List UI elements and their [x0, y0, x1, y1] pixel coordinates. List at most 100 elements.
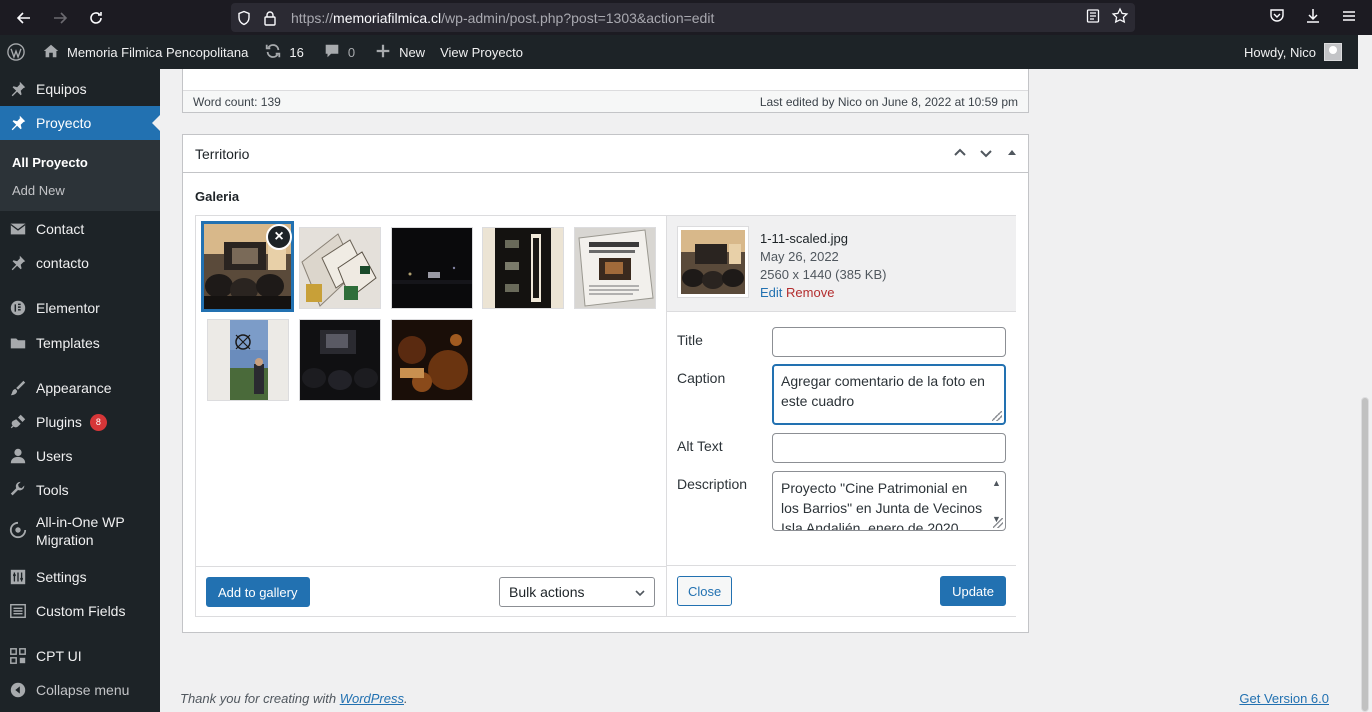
resize-handle-icon[interactable]	[993, 518, 1003, 528]
menu-item-contact[interactable]: Contact	[0, 212, 160, 246]
bookmark-star-icon[interactable]	[1111, 7, 1129, 28]
brush-icon	[8, 379, 28, 397]
menu-item-templates[interactable]: Templates	[0, 326, 160, 360]
postbox-title: Territorio	[195, 145, 250, 162]
menu-item-proyecto[interactable]: Proyecto	[0, 106, 160, 140]
mail-icon	[8, 220, 28, 238]
menu-item-users[interactable]: Users	[0, 439, 160, 473]
view-proyecto-link[interactable]: View Proyecto	[432, 35, 530, 69]
new-content-link[interactable]: New	[362, 35, 432, 69]
attachment-dimensions: 2560 x 1440 (385 KB)	[760, 267, 887, 282]
get-version-link[interactable]: Get Version 6.0	[1239, 691, 1329, 706]
close-button[interactable]: Close	[677, 576, 733, 606]
word-count: Word count: 139	[193, 94, 281, 109]
collapse-menu-button[interactable]: Collapse menu	[0, 673, 160, 707]
url-text: https://memoriafilmica.cl/wp-admin/post.…	[291, 9, 715, 26]
edit-attachment-link[interactable]: Edit	[760, 285, 782, 300]
view-label: View Proyecto	[440, 44, 523, 60]
menu-item-tools[interactable]: Tools	[0, 473, 160, 507]
update-button[interactable]: Update	[940, 576, 1006, 606]
menu-label: contacto	[36, 255, 89, 271]
reader-view-icon[interactable]	[1085, 8, 1101, 27]
menu-label: Elementor	[36, 300, 100, 316]
pocket-icon[interactable]	[1268, 7, 1286, 28]
user-icon	[8, 447, 28, 465]
menu-label: All-in-One WP	[36, 514, 125, 530]
title-label: Title	[677, 332, 703, 348]
menu-item-elementor[interactable]: Elementor	[0, 291, 160, 325]
submenu-add-new[interactable]: Add New	[12, 183, 65, 198]
scrollbar-thumb[interactable]	[1361, 397, 1369, 712]
gallery-thumbnail[interactable]	[299, 319, 381, 401]
page-scrollbar[interactable]	[1358, 35, 1372, 712]
menu-item-custom-fields[interactable]: Custom Fields	[0, 594, 160, 628]
menu-item-all-in-one-migration[interactable]: All-in-One WP Migration	[0, 513, 160, 557]
description-field[interactable]: Proyecto "Cine Patrimonial en los Barrio…	[772, 471, 1006, 531]
move-up-icon[interactable]	[950, 143, 970, 163]
updates-icon	[264, 42, 282, 63]
attachment-filename: 1-11-scaled.jpg	[760, 231, 848, 246]
menu-item-contacto[interactable]: contacto	[0, 246, 160, 280]
postbox-header: Territorio	[183, 135, 1028, 173]
gallery-thumbnail[interactable]	[391, 319, 473, 401]
menu-item-cpt-ui[interactable]: CPT UI	[0, 639, 160, 673]
submenu-all-proyecto[interactable]: All Proyecto	[12, 155, 88, 170]
plug-icon	[8, 413, 28, 431]
menu-item-appearance[interactable]: Appearance	[0, 371, 160, 405]
menu-item-equipos[interactable]: Equipos	[0, 72, 160, 106]
download-icon[interactable]	[1304, 7, 1322, 28]
site-name: Memoria Filmica Pencopolitana	[67, 44, 249, 60]
updates-link[interactable]: 16	[255, 35, 310, 69]
resize-handle-icon[interactable]	[992, 411, 1002, 421]
attachment-fields: Title Caption Agregar comentario de la f…	[667, 312, 1016, 565]
new-label: New	[399, 44, 426, 60]
lock-icon[interactable]	[257, 10, 283, 26]
comments-link[interactable]: 0	[311, 35, 362, 69]
elementor-icon	[8, 299, 28, 317]
shield-icon[interactable]	[231, 10, 257, 26]
gallery-thumbnail[interactable]	[299, 227, 381, 309]
toggle-panel-icon[interactable]	[1002, 143, 1022, 163]
remove-attachment-link[interactable]: Remove	[786, 285, 834, 300]
address-bar[interactable]: https://memoriafilmica.cl/wp-admin/post.…	[231, 3, 1135, 32]
alt-text-label: Alt Text	[677, 438, 723, 454]
reload-icon[interactable]	[78, 0, 114, 35]
menu-label: Contact	[36, 221, 85, 237]
wordpress-link[interactable]: WordPress	[340, 691, 404, 706]
wordpress-logo-icon[interactable]	[0, 35, 32, 69]
back-icon[interactable]	[6, 0, 42, 35]
galeria-label: Galeria	[195, 189, 240, 204]
gallery-toolbar: Add to gallery Bulk actions	[196, 566, 666, 616]
menu-label-wrap: All-in-One WP Migration	[36, 513, 125, 549]
browser-toolbar: https://memoriafilmica.cl/wp-admin/post.…	[0, 0, 1372, 35]
caption-label: Caption	[677, 370, 726, 386]
menu-label: Templates	[36, 335, 100, 351]
move-down-icon[interactable]	[976, 143, 996, 163]
attachment-date: May 26, 2022	[760, 249, 839, 264]
wrench-icon	[8, 481, 28, 499]
chevron-down-icon	[634, 586, 646, 602]
my-account-link[interactable]: Howdy, Nico	[1244, 35, 1342, 69]
menu-item-settings[interactable]: Settings	[0, 560, 160, 594]
gallery-thumbnail[interactable]	[574, 227, 656, 309]
remove-image-button[interactable]: ×	[266, 224, 292, 250]
title-field[interactable]	[772, 327, 1006, 357]
acf-gallery: × Add to gallery Bulk actions 1-11-scale…	[195, 215, 1016, 617]
gallery-thumbnail[interactable]	[207, 319, 289, 401]
bulk-actions-value: Bulk actions	[509, 584, 585, 600]
menu-item-plugins[interactable]: Plugins 8	[0, 405, 160, 439]
menu-label: Plugins	[36, 414, 82, 430]
fields-icon	[8, 602, 28, 620]
gallery-thumbnail[interactable]	[482, 227, 564, 309]
gallery-thumbnail[interactable]	[391, 227, 473, 309]
hamburger-menu-icon[interactable]	[1340, 7, 1358, 28]
add-to-gallery-button[interactable]: Add to gallery	[206, 577, 310, 607]
description-value: Proyecto "Cine Patrimonial en los Barrio…	[781, 480, 983, 531]
menu-label: Users	[36, 448, 73, 464]
scroll-up-icon[interactable]: ▲	[992, 473, 1001, 493]
bulk-actions-select[interactable]: Bulk actions	[499, 577, 655, 607]
alt-text-field[interactable]	[772, 433, 1006, 463]
forward-icon[interactable]	[42, 0, 78, 35]
site-name-link[interactable]: Memoria Filmica Pencopolitana	[32, 35, 255, 69]
caption-field[interactable]: Agregar comentario de la foto en este cu…	[772, 364, 1006, 425]
